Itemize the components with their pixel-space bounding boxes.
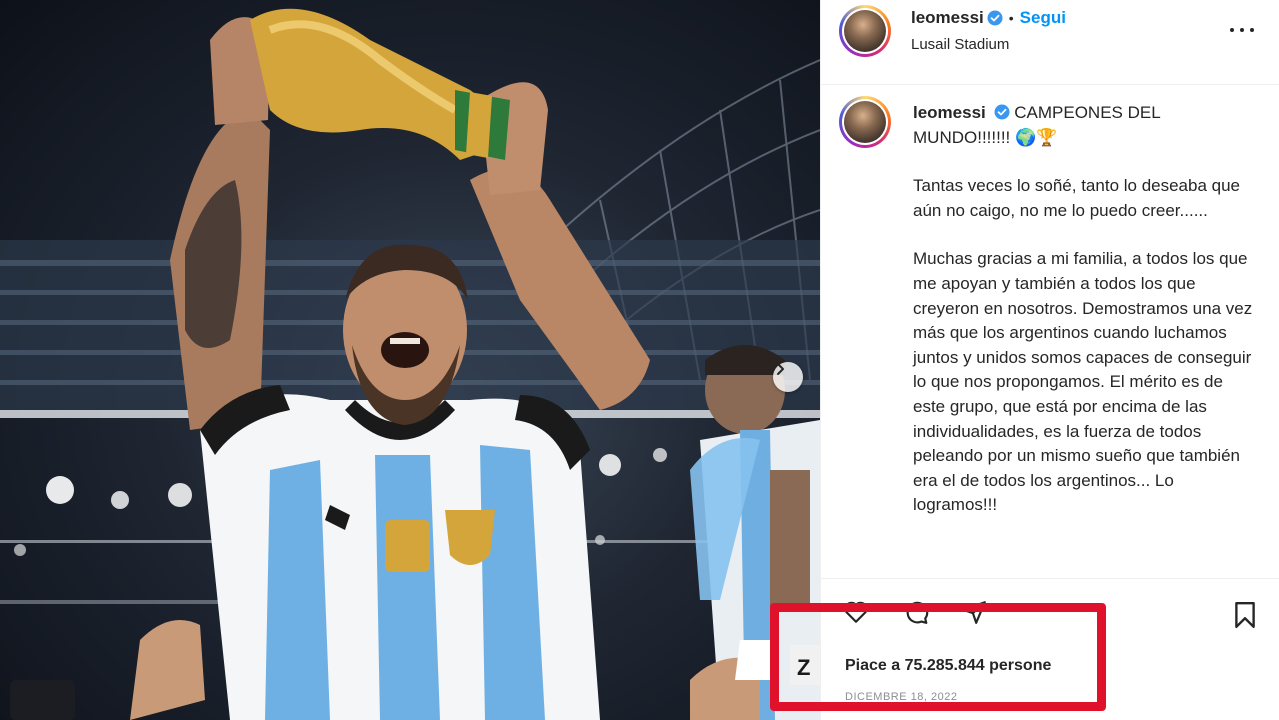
avatar[interactable] (839, 5, 891, 57)
post-caption: leomessi CAMPEONES DEL MUNDO!!!!!!! 🌍🏆 T… (821, 85, 1279, 577)
verified-badge-icon (994, 104, 1009, 120)
bookmark-icon[interactable] (1232, 601, 1258, 629)
more-options-icon[interactable] (1230, 22, 1254, 38)
post-photo[interactable]: Z (0, 0, 820, 720)
post-header: leomessi • Segui Lusail Stadium (821, 0, 1279, 85)
caption-avatar-image (844, 101, 886, 143)
avatar-image (844, 10, 886, 52)
caption-paragraph-2: Muchas gracias a mi familia, a todos los… (913, 249, 1253, 515)
next-photo-button[interactable] (773, 362, 803, 392)
location-link[interactable]: Lusail Stadium (911, 36, 1009, 53)
heart-icon[interactable] (843, 599, 869, 625)
caption-paragraph-1: Tantas veces lo soñé, tanto lo deseaba q… (913, 176, 1241, 220)
verified-badge-icon (987, 10, 1003, 26)
caption-avatar[interactable] (839, 96, 891, 148)
post-date[interactable]: DICEMBRE 18, 2022 (845, 691, 957, 703)
follow-button[interactable]: Segui (1020, 8, 1066, 28)
likes-count[interactable]: Piace a 75.285.844 persone (845, 657, 1051, 675)
svg-text:Z: Z (797, 655, 810, 680)
comment-icon[interactable] (903, 599, 929, 625)
chevron-right-icon (777, 363, 784, 375)
caption-username[interactable]: leomessi (913, 103, 986, 122)
caption-body: leomessi CAMPEONES DEL MUNDO!!!!!!! 🌍🏆 T… (913, 101, 1253, 518)
photo-illustration: Z (0, 8, 820, 720)
post-actions: Piace a 75.285.844 persone DICEMBRE 18, … (821, 578, 1279, 720)
separator-dot: • (1008, 10, 1014, 26)
header-username[interactable]: leomessi (911, 8, 984, 28)
instagram-post-view: Z leomessi • Segui Lusail Stadium leomes… (0, 0, 1279, 720)
post-sidebar: leomessi • Segui Lusail Stadium leomessi (820, 0, 1279, 720)
send-icon[interactable] (961, 599, 987, 625)
